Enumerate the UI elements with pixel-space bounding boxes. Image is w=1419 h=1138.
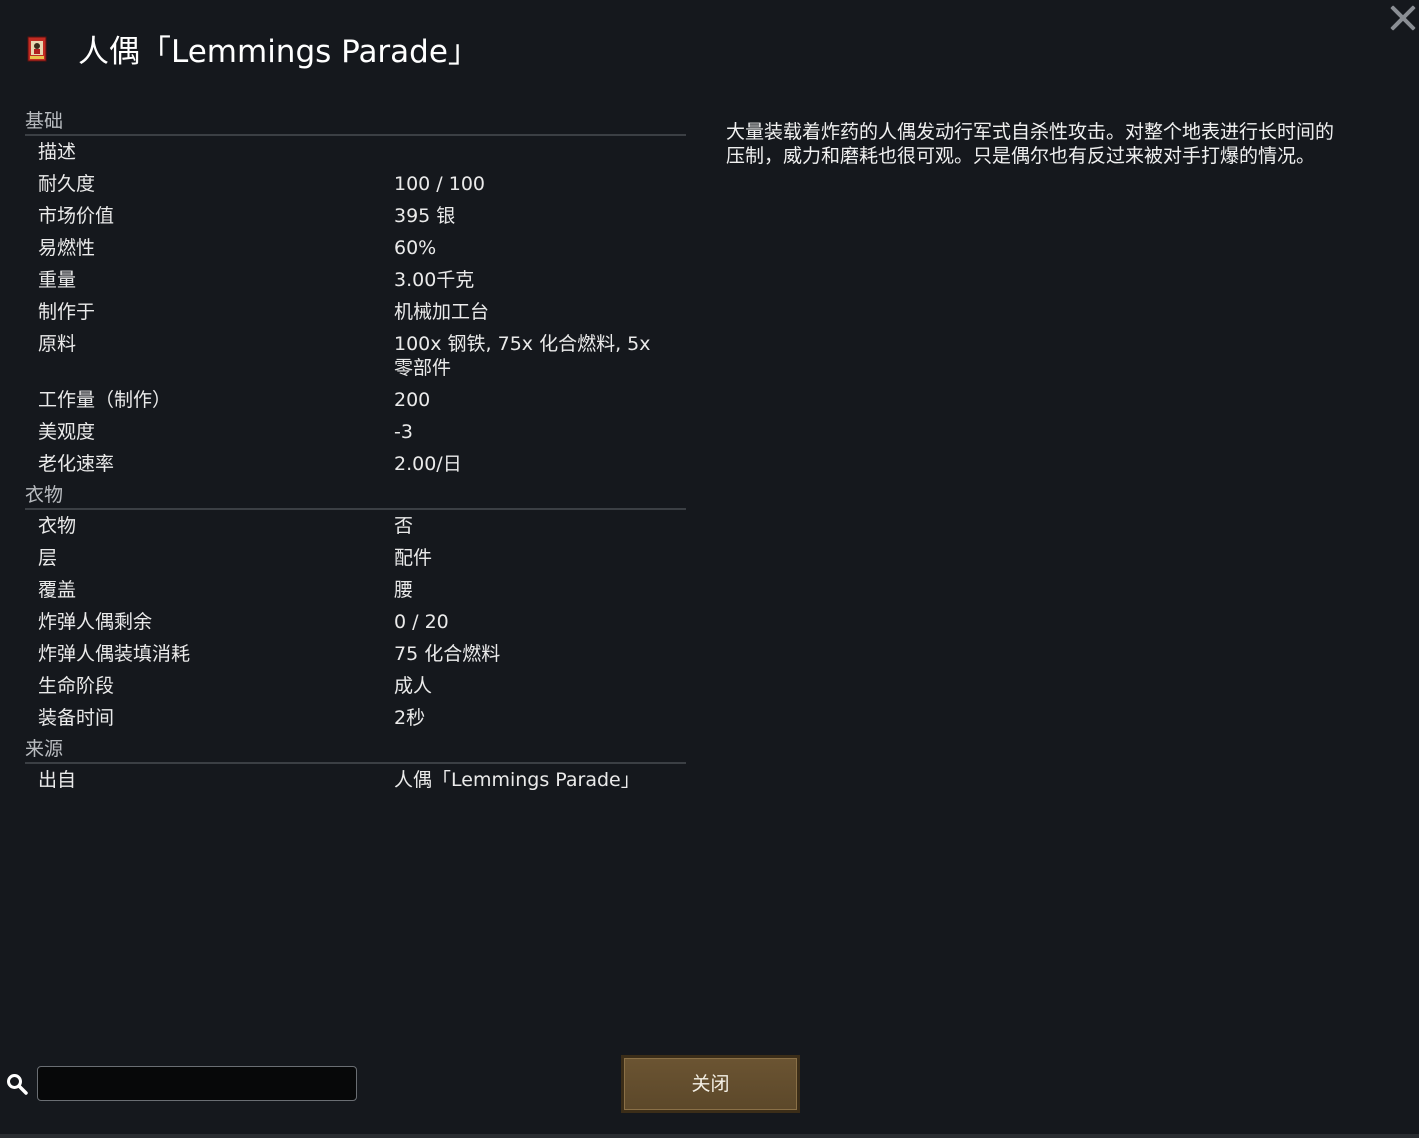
stat-label: 层 <box>38 547 58 569</box>
stat-value: 200 <box>394 389 431 411</box>
stat-value: 3.00千克 <box>394 269 475 291</box>
stat-row[interactable]: 制作于 机械加工台 <box>25 296 686 328</box>
stat-row[interactable]: 工作量（制作） 200 <box>25 384 686 416</box>
stat-value: 配件 <box>394 547 433 569</box>
stat-label: 生命阶段 <box>38 675 115 697</box>
close-button[interactable]: 关闭 <box>621 1055 800 1113</box>
stat-row[interactable]: 覆盖 腰 <box>25 574 686 606</box>
stat-label: 装备时间 <box>38 707 115 729</box>
section-header: 基础 <box>25 106 686 136</box>
stat-row[interactable]: 美观度 -3 <box>25 416 686 448</box>
bottom-border <box>0 1134 1419 1138</box>
stat-label: 描述 <box>38 141 77 163</box>
stat-row[interactable]: 市场价值 395 银 <box>25 200 686 232</box>
stat-label: 老化速率 <box>38 453 115 475</box>
stat-value: 机械加工台 <box>394 301 490 323</box>
search-icon <box>7 1074 28 1095</box>
stat-label: 制作于 <box>38 301 96 323</box>
search-input[interactable] <box>37 1066 357 1101</box>
stat-value: -3 <box>394 421 413 443</box>
stat-label: 衣物 <box>38 515 77 537</box>
bomb-doll-card-icon <box>27 36 47 62</box>
stat-row[interactable]: 描述 <box>25 136 686 168</box>
stat-label: 炸弹人偶装填消耗 <box>38 643 191 665</box>
stat-row[interactable]: 炸弹人偶装填消耗 75 化合燃料 <box>25 638 686 670</box>
stat-label: 易燃性 <box>38 237 96 259</box>
stat-row[interactable]: 易燃性 60% <box>25 232 686 264</box>
stat-value: 成人 <box>394 675 433 697</box>
stat-value: 100x 钢铁, 75x 化合燃料, 5x 零部件 <box>394 333 651 379</box>
stat-value: 0 / 20 <box>394 611 449 633</box>
close-icon[interactable] <box>1388 2 1418 32</box>
stat-label: 炸弹人偶剩余 <box>38 611 153 633</box>
stat-value: 75 化合燃料 <box>394 643 501 665</box>
stat-value <box>394 140 674 164</box>
stat-value: 2.00/日 <box>394 453 462 475</box>
stat-label: 市场价值 <box>38 205 115 227</box>
stat-row[interactable]: 出自 人偶「Lemmings Parade」 <box>25 764 686 796</box>
stat-row[interactable]: 装备时间 2秒 <box>25 702 686 734</box>
item-description: 大量装载着炸药的人偶发动行军式自杀性攻击。对整个地表进行长时间的压制，威力和磨耗… <box>726 121 1335 167</box>
stats-panel: 基础描述耐久度 100 / 100 市场价值 395 银易燃性 60% 重量 3.00千克制… <box>25 106 686 796</box>
stat-value: 60% <box>394 237 437 259</box>
stat-label: 原料 <box>38 333 77 355</box>
stat-row[interactable]: 炸弹人偶剩余 0 / 20 <box>25 606 686 638</box>
section-header: 来源 <box>25 734 686 764</box>
stat-value: 2秒 <box>394 707 426 729</box>
stat-value: 腰 <box>394 579 414 601</box>
stat-label: 覆盖 <box>38 579 77 601</box>
stat-row[interactable]: 老化速率 2.00/日 <box>25 448 686 480</box>
stat-label: 出自 <box>38 769 77 791</box>
stat-value: 否 <box>394 515 414 537</box>
stat-label: 耐久度 <box>38 173 96 195</box>
stat-value: 100 / 100 <box>394 173 486 195</box>
window-title: 人偶「Lemmings Parade」 <box>78 34 479 70</box>
stat-row[interactable]: 原料 100x 钢铁, 75x 化合燃料, 5x 零部件 <box>25 328 686 384</box>
stat-row[interactable]: 耐久度 100 / 100 <box>25 168 686 200</box>
stat-row[interactable]: 层 配件 <box>25 542 686 574</box>
stat-label: 工作量（制作） <box>38 389 172 411</box>
stat-row[interactable]: 生命阶段 成人 <box>25 670 686 702</box>
stat-row[interactable]: 重量 3.00千克 <box>25 264 686 296</box>
stat-label: 重量 <box>38 269 77 291</box>
info-window: 人偶「Lemmings Parade」 基础描述耐久度 100 / 100 市场价值… <box>0 0 1419 1138</box>
stat-row[interactable]: 衣物 否 <box>25 510 686 542</box>
stat-value: 395 银 <box>394 205 456 227</box>
stat-value: 人偶「Lemmings Parade」 <box>394 769 640 791</box>
section-header: 衣物 <box>25 480 686 510</box>
stat-label: 美观度 <box>38 421 96 443</box>
